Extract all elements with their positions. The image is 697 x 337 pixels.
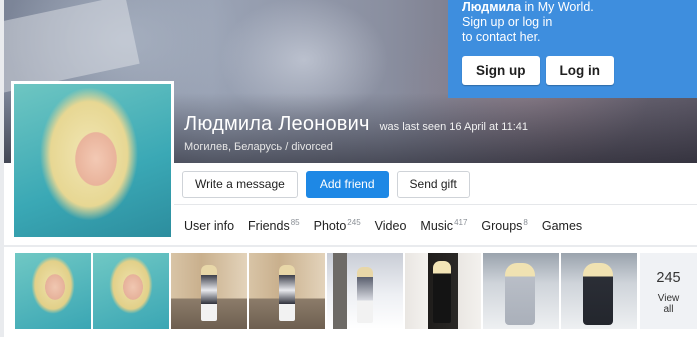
tab-label: Photo <box>313 219 347 233</box>
photo-thumbnail[interactable] <box>405 253 481 329</box>
tab-label: Video <box>374 219 407 233</box>
promo-line-2: Sign up or log in <box>462 15 553 29</box>
name-row: Людмила Леонович was last seen 16 April … <box>184 113 528 136</box>
tab-count: 8 <box>523 218 528 227</box>
avatar[interactable] <box>11 81 174 240</box>
photo-thumbnail[interactable] <box>561 253 637 329</box>
photo-figure <box>201 265 217 321</box>
add-friend-button[interactable]: Add friend <box>305 171 389 198</box>
last-seen: was last seen 16 April at 11:41 <box>379 121 528 133</box>
photo-figure <box>433 261 451 323</box>
avatar-image <box>14 84 171 237</box>
tab-music[interactable]: Music 417 <box>420 218 468 234</box>
tab-label: Groups <box>481 219 523 233</box>
tab-photo[interactable]: Photo 245 <box>313 218 361 234</box>
view-all-photos[interactable]: 245 View all <box>640 253 697 329</box>
photo-thumbnail[interactable] <box>15 253 91 329</box>
tab-label: Music <box>420 219 454 233</box>
photo-thumbnail[interactable] <box>93 253 169 329</box>
photo-thumbnail[interactable] <box>171 253 247 329</box>
action-buttons: Write a message Add friend Send gift <box>182 171 470 198</box>
profile-location[interactable]: Могилев, Беларусь / divorced <box>184 141 528 153</box>
profile-tabs: User info Friends 85 Photo 245 Video Music… <box>184 218 596 234</box>
tab-count: 245 <box>347 218 361 227</box>
photo-tree <box>333 253 347 329</box>
promo-name: Людмила <box>462 0 522 14</box>
promo-line-3: to contact her. <box>462 30 541 44</box>
tab-video[interactable]: Video <box>375 219 407 233</box>
signup-button[interactable]: Sign up <box>462 56 540 85</box>
login-button[interactable]: Log in <box>545 56 614 85</box>
panel-divider <box>174 204 697 205</box>
send-gift-button[interactable]: Send gift <box>396 171 470 198</box>
photo-figure <box>357 267 373 323</box>
tab-label: Games <box>541 219 583 233</box>
login-promo: Людмила in My World. Sign up or log in t… <box>448 0 697 98</box>
tab-user-info[interactable]: User info <box>184 219 234 233</box>
profile-header: Людмила Леонович was last seen 16 April … <box>184 113 528 153</box>
promo-line-1: Людмила in My World. <box>462 0 697 15</box>
photo-thumbnail[interactable] <box>483 253 559 329</box>
tab-count: 417 <box>454 218 468 227</box>
photo-figure <box>505 263 535 325</box>
promo-line-1-rest: in My World. <box>521 0 594 14</box>
profile-name: Людмила Леонович <box>184 113 370 135</box>
write-message-button[interactable]: Write a message <box>182 171 298 198</box>
tab-games[interactable]: Games <box>542 219 582 233</box>
photo-count: 245 <box>656 270 681 286</box>
tab-label: Friends <box>248 219 290 233</box>
photo-figure <box>279 265 295 321</box>
photo-thumbnail[interactable] <box>327 253 403 329</box>
view-all-label: View all <box>657 293 680 315</box>
photo-strip: 245 View all <box>4 247 697 337</box>
promo-buttons: Sign up Log in <box>462 56 614 85</box>
tab-groups[interactable]: Groups 8 <box>481 218 528 234</box>
tab-count: 85 <box>290 218 300 227</box>
photo-thumbnail[interactable] <box>249 253 325 329</box>
tab-label: User info <box>184 219 235 233</box>
tab-friends[interactable]: Friends 85 <box>248 218 300 234</box>
photo-figure <box>583 263 613 325</box>
